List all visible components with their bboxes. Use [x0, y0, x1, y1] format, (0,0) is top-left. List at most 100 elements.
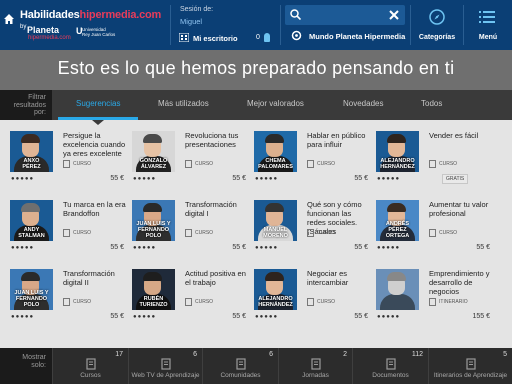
filter-course[interactable]: 17 Cursos — [52, 348, 128, 384]
world-icon[interactable] — [291, 30, 302, 41]
content-card[interactable]: ANDY STALMAN Tu marca en la era Brandoffo… — [10, 195, 126, 259]
tv-icon — [161, 358, 171, 370]
categories-button[interactable]: Categorías — [413, 5, 461, 47]
instructor-thumbnail[interactable]: MANUEL MORENO — [254, 200, 297, 241]
close-icon[interactable] — [388, 9, 400, 21]
menu-button[interactable]: Menú — [466, 5, 510, 47]
card-price: 155 € — [472, 313, 490, 320]
divider — [410, 5, 411, 45]
content-card[interactable]: ALEJANDRO HERNÁNDEZ Vender es fácil CURSO G… — [376, 126, 492, 190]
card-title[interactable]: Vender es fácil — [429, 131, 493, 140]
my-desk-link[interactable]: Mi escritorio — [193, 34, 238, 43]
instructor-thumbnail[interactable]: RUBÉN TURIENZO — [132, 269, 175, 310]
instructor-thumbnail[interactable] — [376, 269, 419, 310]
card-price: 55 € — [110, 175, 124, 182]
filter-community[interactable]: 6 Comunidades — [202, 348, 278, 384]
card-type: CURSO — [195, 299, 214, 305]
hamburger-icon — [479, 11, 495, 23]
card-title[interactable]: Persigue la excelencia cuando ya eres ex… — [63, 131, 127, 158]
instructor-thumbnail[interactable]: ANDRÉS PÉREZ ORTEGA — [376, 200, 419, 241]
world-planeta-link[interactable]: Mundo Planeta Hipermedia — [309, 32, 405, 41]
rating-dots: ●●●●● — [377, 314, 401, 320]
content-card[interactable]: ALEJANDRO HERNÁNDEZ Negociar es intercamb… — [254, 264, 370, 328]
card-price: 55 € — [232, 244, 246, 251]
course-icon — [185, 229, 192, 237]
rating-dots: ●●●●● — [377, 245, 401, 251]
card-title[interactable]: Actitud positiva en el trabajo — [185, 269, 249, 287]
card-title[interactable]: Hablar en público para influir — [307, 131, 371, 149]
rating-dots: ●●●●● — [133, 245, 157, 251]
instructor-thumbnail[interactable]: ALEJANDRO HERNÁNDEZ — [376, 131, 419, 172]
bell-icon[interactable] — [264, 33, 270, 42]
portrait-hair — [265, 134, 284, 143]
home-icon[interactable] — [4, 14, 14, 24]
content-card[interactable]: RUBÉN TURIENZO Actitud positiva en el tra… — [132, 264, 248, 328]
card-type: ITINERARIO — [439, 299, 468, 305]
course-icon — [307, 229, 314, 237]
content-card[interactable]: MANUEL MORENO Qué son y cómo funcionan la… — [254, 195, 370, 259]
filter-document[interactable]: 112 Documentos — [352, 348, 428, 384]
divider — [280, 5, 281, 45]
filter-label: Filtrar resultados por: — [0, 90, 52, 120]
card-title[interactable]: Revoluciona tus presentaciones — [185, 131, 249, 149]
urjc-text: Universidad Rey Juan Carlos — [82, 27, 116, 37]
instructor-thumbnail[interactable]: ALEJANDRO HERNÁNDEZ — [254, 269, 297, 310]
tab-mas-utilizados[interactable]: Más utilizados — [158, 90, 209, 120]
instructor-thumbnail[interactable]: GONZALO ÁLVAREZ — [132, 131, 175, 172]
content-card[interactable]: JUAN LUIS Y FERNANDO POLO Transformación … — [10, 264, 126, 328]
rating-dots: ●●●●● — [255, 314, 279, 320]
filter-itinerary[interactable]: 5 Itinerarios de Aprendizaje — [428, 348, 512, 384]
compass-icon — [429, 9, 445, 25]
course-icon — [429, 229, 436, 237]
filter-label: Comunidades — [220, 372, 261, 379]
tab-todos[interactable]: Todos — [421, 90, 442, 120]
course-icon — [86, 358, 96, 370]
instructor-thumbnail[interactable]: JUAN LUIS Y FERNANDO POLO — [10, 269, 53, 310]
instructor-thumbnail[interactable]: ANDY STALMAN — [10, 200, 53, 241]
card-price: 55 € — [110, 244, 124, 251]
filter-count: 2 — [343, 351, 347, 358]
course-icon — [63, 298, 70, 306]
course-icon — [185, 298, 192, 306]
card-title[interactable]: Negociar es intercambiar — [307, 269, 371, 287]
session-user[interactable]: Miguel — [180, 17, 202, 26]
course-icon — [185, 160, 192, 168]
content-card[interactable]: Emprendimiento y desarrollo de negocios I… — [376, 264, 492, 328]
divider — [170, 5, 171, 45]
card-type: CURSO — [439, 230, 458, 236]
card-title[interactable]: Tu marca en la era Brandoffon — [63, 200, 127, 218]
card-type: CURSO — [195, 161, 214, 167]
portrait-hair — [143, 203, 162, 212]
content-card[interactable]: ANDRÉS PÉREZ ORTEGA Aumentar tu valor pro… — [376, 195, 492, 259]
card-title[interactable]: Transformación digital I — [185, 200, 249, 218]
card-title[interactable]: Emprendimiento y desarrollo de negocios — [429, 269, 493, 296]
desk-icon[interactable] — [179, 33, 189, 42]
card-type: CURSO — [73, 161, 92, 167]
card-type: CURSO — [317, 161, 336, 167]
content-card[interactable]: ANXO PÉREZ Persigue la excelencia cuando … — [10, 126, 126, 190]
tab-mejor-valorados[interactable]: Mejor valorados — [247, 90, 304, 120]
tab-sugerencias[interactable]: Sugerencias — [76, 90, 120, 120]
filter-label: Itinerarios de Aprendizaje — [433, 372, 508, 379]
filter-tv[interactable]: 6 Web TV de Aprendizaje — [128, 348, 202, 384]
hero-title: Esto es lo que hemos preparado pensando … — [57, 58, 455, 78]
content-card[interactable]: CHEMA PALOMARES Hablar en público para in… — [254, 126, 370, 190]
content-card[interactable]: GONZALO ÁLVAREZ Revoluciona tus presentac… — [132, 126, 248, 190]
search-input[interactable] — [304, 8, 384, 22]
instructor-thumbnail[interactable]: CHEMA PALOMARES — [254, 131, 297, 172]
instructor-thumbnail[interactable]: ANXO PÉREZ — [10, 131, 53, 172]
site-logo[interactable]: Habilidadeshipermedia.com — [20, 9, 161, 21]
filter-bar: Filtrar resultados por: Sugerencias Más … — [0, 90, 512, 120]
tab-novedades[interactable]: Novedades — [343, 90, 383, 120]
rating-dots: ●●●●● — [377, 176, 401, 182]
portrait-hair — [265, 203, 284, 212]
search-icon[interactable] — [290, 9, 301, 20]
card-title[interactable]: Aumentar tu valor profesional — [429, 200, 493, 218]
portrait-hair — [143, 134, 162, 143]
filter-bookmark[interactable]: 2 Jornadas — [278, 348, 352, 384]
card-title[interactable]: Transformación digital II — [63, 269, 127, 287]
bookmark-icon — [311, 358, 321, 370]
content-card[interactable]: JUAN LUIS Y FERNANDO POLO Transformación … — [132, 195, 248, 259]
show-only-label: Mostrar solo: — [0, 348, 52, 384]
instructor-thumbnail[interactable]: JUAN LUIS Y FERNANDO POLO — [132, 200, 175, 241]
